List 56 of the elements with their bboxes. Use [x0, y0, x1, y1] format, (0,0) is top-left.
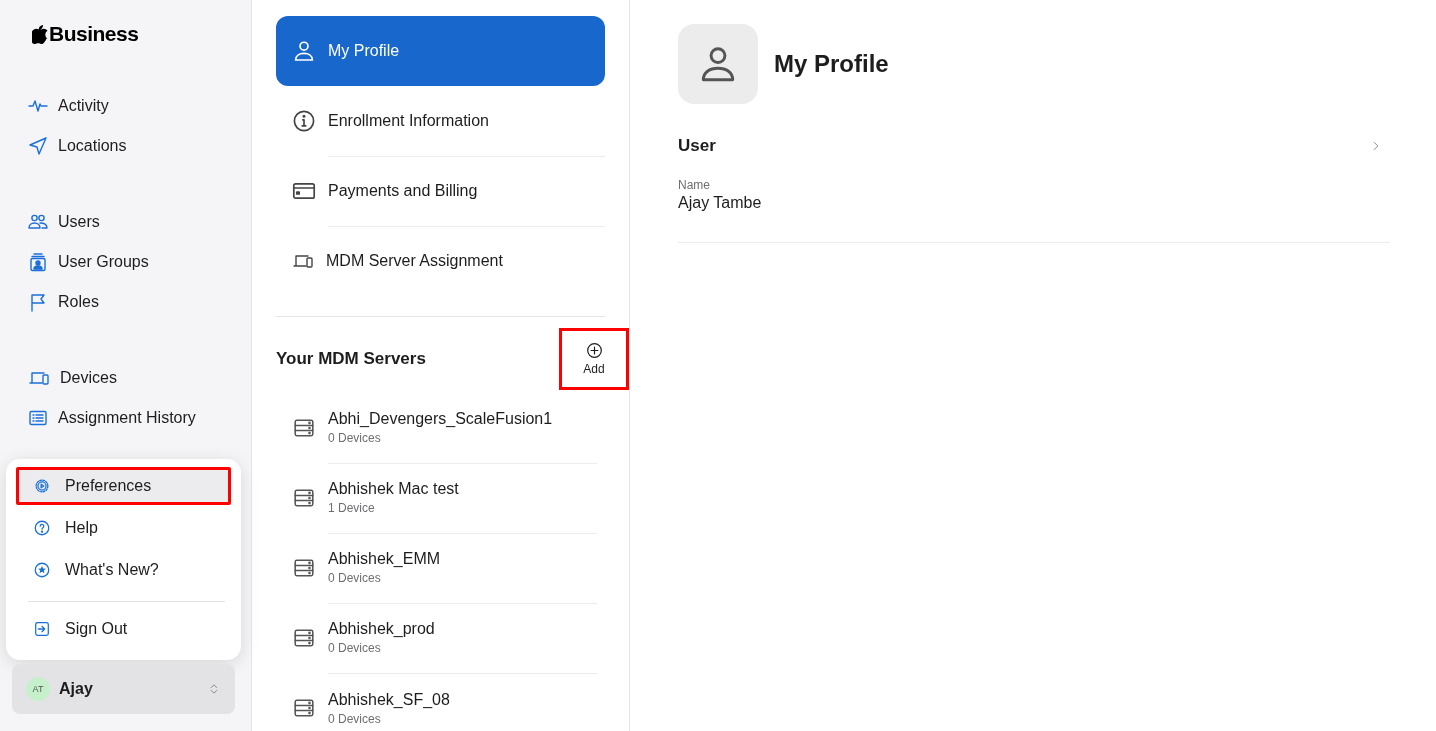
menu-item[interactable]: What's New?	[16, 551, 231, 589]
server-row[interactable]: Abhishek Mac test 1 Device	[276, 463, 605, 533]
server-icon	[292, 627, 316, 649]
page-title: My Profile	[774, 50, 889, 78]
menu-item[interactable]: Preferences	[16, 467, 231, 505]
flag-icon	[28, 292, 48, 312]
list-card-icon	[28, 408, 48, 428]
logo-text: Business	[49, 22, 139, 46]
server-icon	[292, 557, 316, 579]
server-icon	[292, 417, 316, 439]
sidebar-item[interactable]: User Groups	[28, 242, 251, 282]
server-row[interactable]: Abhi_Devengers_ScaleFusion1 0 Devices	[276, 393, 605, 463]
info-icon	[292, 109, 316, 133]
plus-circle-icon	[585, 342, 603, 359]
sidebar-item[interactable]: Activity	[28, 86, 251, 126]
person-badge-icon	[28, 252, 48, 272]
server-name: Abhishek Mac test	[328, 480, 460, 498]
server-row[interactable]: Abhishek_EMM 0 Devices	[276, 533, 605, 603]
add-button[interactable]: Add	[559, 328, 629, 390]
device-count: 0 Devices	[328, 431, 382, 445]
server-name: Abhishek_prod	[328, 620, 436, 638]
sidebar-item[interactable]: Assignment History	[28, 398, 251, 438]
server-name: Abhishek_EMM	[328, 550, 442, 568]
device-count: 1 Device	[328, 501, 376, 515]
settings-nav-item[interactable]: MDM Server Assignment	[276, 226, 605, 296]
gear-icon	[33, 477, 51, 495]
settings-nav-item[interactable]: Enrollment Information	[276, 86, 605, 156]
sidebar-item[interactable]: Devices	[28, 358, 251, 398]
field-value: Ajay Tambe	[678, 194, 763, 212]
avatar-initials: AT	[26, 677, 50, 701]
device-count: 0 Devices	[328, 641, 382, 655]
sidebar-item[interactable]: Roles	[28, 282, 251, 322]
section-title: User	[678, 136, 716, 156]
location-arrow-icon	[28, 136, 48, 156]
account-switcher[interactable]: AT Ajay	[12, 664, 235, 714]
sidebar-item[interactable]: Users	[28, 202, 251, 242]
person-icon	[292, 39, 316, 63]
sidebar-item[interactable]: Locations	[28, 126, 251, 166]
help-icon	[33, 519, 51, 537]
sign-out-icon	[33, 620, 51, 638]
section-title: Your MDM Servers	[276, 349, 426, 369]
apple-logo-icon	[32, 24, 48, 44]
device-count: 0 Devices	[328, 571, 382, 585]
settings-nav-item[interactable]: Payments and Billing	[276, 156, 605, 226]
server-icon	[292, 697, 316, 719]
server-icon	[292, 487, 316, 509]
people-icon	[28, 212, 48, 232]
menu-item[interactable]: Sign Out	[16, 610, 231, 648]
server-row[interactable]: Abhishek_prod 0 Devices	[276, 603, 605, 673]
settings-nav-item[interactable]: My Profile	[276, 16, 605, 86]
field-label: Name	[678, 178, 711, 192]
server-row[interactable]: Abhishek_SF_08 0 Devices	[276, 673, 605, 731]
device-count: 0 Devices	[328, 711, 382, 726]
menu-item[interactable]: Help	[16, 509, 231, 547]
server-name: Abhishek_SF_08	[328, 690, 451, 709]
server-name: Abhi_Devengers_ScaleFusion1	[328, 410, 554, 428]
